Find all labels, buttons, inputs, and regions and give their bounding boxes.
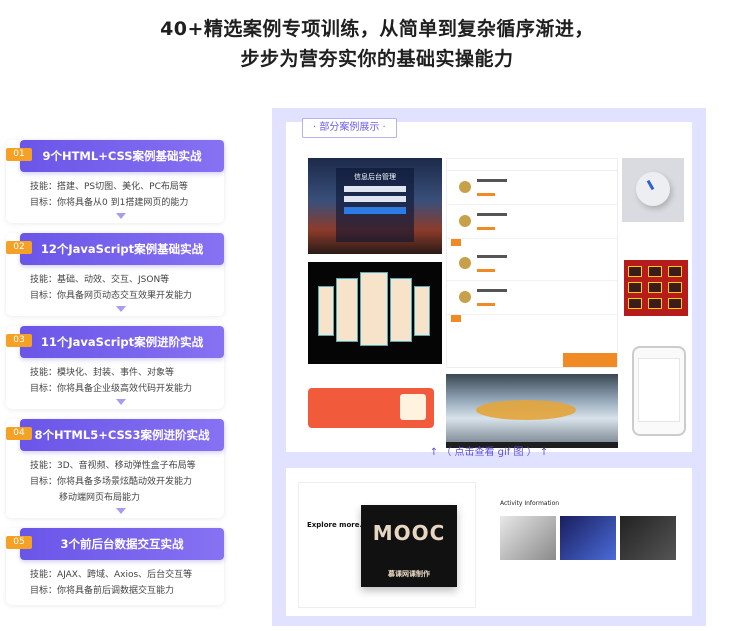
step-goal-text-continued: 移动端网页布局能力 — [59, 493, 141, 503]
banner-ad-thumbnail[interactable] — [308, 388, 434, 428]
step-skill-text: 技能：模块化、封装、事件、对象等 — [30, 368, 175, 378]
course-steps: 9个HTML+CSS案例基础实战 01 技能：搭建、PS切图、美化、PC布局等 … — [6, 140, 224, 615]
login-title: 信息后台管理 — [354, 173, 396, 181]
step-title[interactable]: 8个HTML5+CSS3案例进阶实战 — [20, 419, 224, 451]
chevron-down-icon — [116, 399, 126, 405]
arrow-up-icon: ↑ — [429, 447, 439, 458]
step-title[interactable]: 11个JavaScript案例进阶实战 — [20, 326, 224, 358]
course-step: 12个JavaScript案例基础实战 02 技能：基础、动效、交互、JSON等… — [6, 233, 224, 316]
carousel-card — [318, 286, 334, 336]
step-description: 技能：基础、动效、交互、JSON等 目标：你具备网页动态交互效果开发能力 — [30, 265, 218, 306]
mooc-logo: MOOC 慕课网课制作 — [361, 505, 457, 587]
view-gif-link-label: （ 点击查看 gif 图 ） — [441, 447, 537, 458]
showcase-grid: 信息后台管理 — [286, 122, 692, 452]
product-icon — [459, 181, 471, 193]
carousel-card — [414, 286, 430, 336]
cart-bar — [447, 315, 617, 323]
activity-title: Activity Information — [500, 500, 560, 507]
step-skill-text: 技能：搭建、PS切图、美化、PC布局等 — [30, 182, 188, 192]
mooc-logo-subtitle: 慕课网课制作 — [388, 570, 430, 578]
cart-item — [447, 247, 617, 281]
cart-header — [447, 159, 617, 171]
mobile-page-thumbnail[interactable] — [632, 346, 686, 436]
step-skill-text: 技能：基础、动效、交互、JSON等 — [30, 275, 170, 285]
course-step: 11个JavaScript案例进阶实战 03 技能：模块化、封装、事件、对象等 … — [6, 326, 224, 409]
step-goal-text: 目标：你将具备前后调数据交互能力 — [30, 586, 175, 596]
step-number-badge: 01 — [6, 148, 32, 161]
headline-line-1: 40+精选案例专项训练，从简单到复杂循序渐进， — [160, 18, 594, 40]
step-goal-text: 目标：你具备网页动态交互效果开发能力 — [30, 291, 193, 301]
carousel-card — [360, 272, 388, 346]
step-title[interactable]: 3个前后台数据交互实战 — [20, 528, 224, 560]
step-number-badge: 02 — [6, 241, 32, 254]
course-step: 3个前后台数据交互实战 05 技能：AJAX、跨域、Axios、后台交互等 目标… — [6, 528, 224, 605]
step-number-badge: 04 — [6, 427, 32, 440]
chevron-down-icon — [116, 213, 126, 219]
activity-card — [500, 516, 556, 560]
video-frame — [476, 400, 576, 420]
headline: 40+精选案例专项训练，从简单到复杂循序渐进， 步步为营夯实你的基础实操能力 — [0, 14, 754, 74]
activity-page-thumbnail[interactable]: Activity Information — [490, 482, 684, 608]
headline-line-2: 步步为营夯实你的基础实操能力 — [240, 48, 514, 70]
username-field — [344, 186, 406, 192]
step-description: 技能：搭建、PS切图、美化、PC布局等 目标：你将具备从0 到1搭建网页的能力 — [30, 172, 218, 213]
cart-item — [447, 281, 617, 315]
step-skill-text: 技能：AJAX、跨域、Axios、后台交互等 — [30, 570, 193, 580]
product-icon — [459, 215, 471, 227]
showcase-gif-area: Explore more. MOOC 慕课网课制作 Activity Infor… — [286, 468, 692, 616]
explore-title: Explore more. — [307, 521, 363, 529]
product-grid-thumbnail[interactable] — [624, 260, 688, 316]
3d-carousel-thumbnail[interactable] — [308, 262, 442, 364]
explore-page-thumbnail[interactable]: Explore more. MOOC 慕课网课制作 — [298, 482, 476, 608]
step-description: 技能：AJAX、跨域、Axios、后台交互等 目标：你将具备前后调数据交互能力 — [30, 560, 218, 601]
case-showcase-panel: 信息后台管理 · 部分案例展示 · ↑ （ 点击查看 gif 图 ） ↑ Exp… — [272, 108, 706, 626]
activity-card — [620, 516, 676, 560]
showcase-tag: · 部分案例展示 · — [302, 118, 397, 138]
step-description: 技能：模块化、封装、事件、对象等 目标：你将具备企业级高效代码开发能力 — [30, 358, 218, 399]
step-title[interactable]: 12个JavaScript案例基础实战 — [20, 233, 224, 265]
step-goal-text: 目标：你将具备企业级高效代码开发能力 — [30, 384, 193, 394]
step-number-badge: 05 — [6, 536, 32, 549]
step-skill-text: 技能：3D、音视频、移动弹性盒子布局等 — [30, 461, 196, 471]
clock-thumbnail[interactable] — [622, 158, 684, 222]
video-player-thumbnail[interactable] — [446, 374, 618, 448]
cart-item — [447, 171, 617, 205]
step-goal-text: 目标：你将具备从0 到1搭建网页的能力 — [30, 198, 189, 208]
carousel-card — [390, 278, 412, 342]
checkout-button — [563, 353, 617, 367]
product-icon — [459, 291, 471, 303]
course-step: 9个HTML+CSS案例基础实战 01 技能：搭建、PS切图、美化、PC布局等 … — [6, 140, 224, 223]
mooc-logo-text: MOOC — [372, 521, 446, 545]
step-number-badge: 03 — [6, 334, 32, 347]
cart-item — [447, 205, 617, 239]
product-icon — [459, 257, 471, 269]
phone-screen — [638, 358, 680, 422]
step-title[interactable]: 9个HTML+CSS案例基础实战 — [20, 140, 224, 172]
step-goal-text: 目标：你将具备多场景炫酷动效开发能力 — [30, 477, 193, 487]
carousel-card — [336, 278, 358, 342]
login-box: 信息后台管理 — [336, 168, 414, 242]
login-page-thumbnail[interactable]: 信息后台管理 — [308, 158, 442, 254]
activity-card — [560, 516, 616, 560]
arrow-up-icon: ↑ — [539, 447, 549, 458]
banner-illustration — [400, 394, 426, 420]
course-step: 8个HTML5+CSS3案例进阶实战 04 技能：3D、音视频、移动弹性盒子布局… — [6, 419, 224, 518]
login-button — [344, 207, 406, 214]
cart-bar — [447, 239, 617, 247]
view-gif-link[interactable]: ↑ （ 点击查看 gif 图 ） ↑ — [272, 445, 706, 461]
step-description: 技能：3D、音视频、移动弹性盒子布局等 目标：你将具备多场景炫酷动效开发能力 移… — [30, 451, 218, 508]
password-field — [344, 196, 406, 202]
shopping-cart-thumbnail[interactable] — [446, 158, 618, 368]
chevron-down-icon — [116, 508, 126, 514]
chevron-down-icon — [116, 306, 126, 312]
